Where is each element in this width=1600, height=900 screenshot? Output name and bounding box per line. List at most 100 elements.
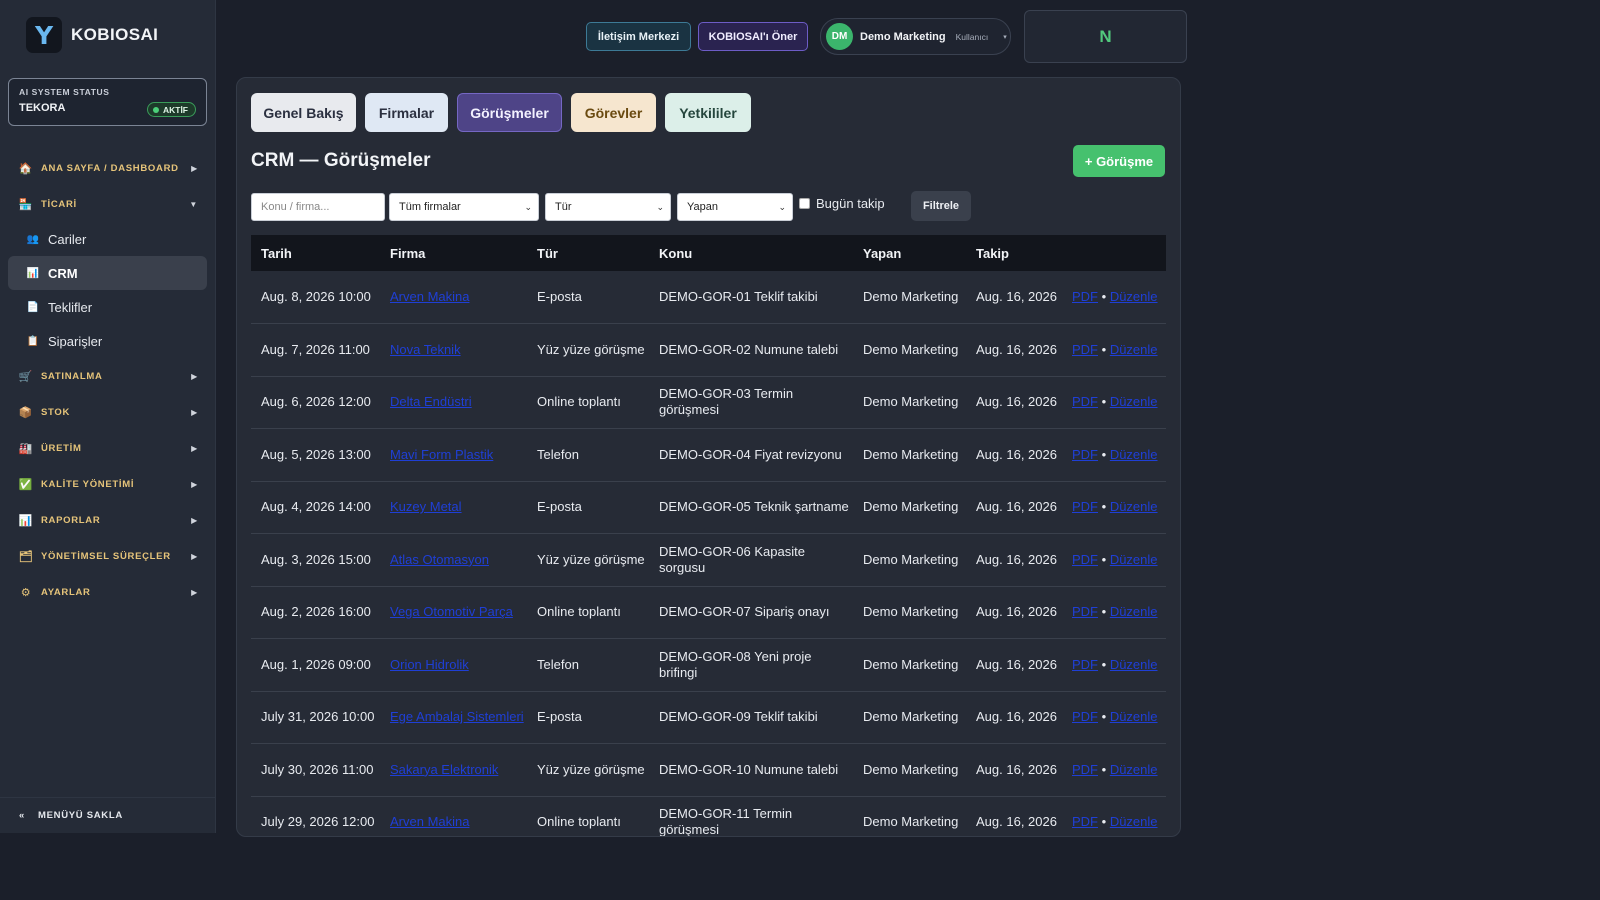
- sidebar-section-label: STOK: [41, 406, 71, 418]
- edit-link[interactable]: Düzenle: [1110, 814, 1158, 829]
- sidebar-section-ayarlar[interactable]: ⚙ AYARLAR ▶: [0, 574, 215, 610]
- tab-overview[interactable]: Genel Bakış: [251, 93, 356, 132]
- edit-link[interactable]: Düzenle: [1110, 447, 1158, 462]
- firm-link[interactable]: Atlas Otomasyon: [390, 552, 489, 567]
- col-by[interactable]: Yapan: [853, 235, 966, 271]
- sidebar-section-stok[interactable]: 📦 STOK ▶: [0, 394, 215, 430]
- firm-link[interactable]: Ege Ambalaj Sistemleri: [390, 709, 524, 724]
- add-meeting-button[interactable]: + Görüşme: [1073, 145, 1165, 177]
- col-follow[interactable]: Takip: [966, 235, 1062, 271]
- firm-link[interactable]: Nova Teknik: [390, 342, 461, 357]
- chevron-icon: ▶: [191, 371, 198, 381]
- by-select-value: Yapan: [687, 201, 718, 213]
- table-body: Aug. 8, 2026 10:00 Arven Makina E-posta DEM…: [251, 271, 1166, 836]
- pdf-link[interactable]: PDF: [1072, 552, 1098, 567]
- cell-actions: PDF • Düzenle: [1062, 691, 1166, 744]
- sidebar-section-ana-sayfa-dashboard[interactable]: 🏠 ANA SAYFA / DASHBOARD ▶: [0, 150, 215, 186]
- firm-link[interactable]: Arven Makina: [390, 289, 469, 304]
- pdf-link[interactable]: PDF: [1072, 342, 1098, 357]
- col-firm[interactable]: Firma: [380, 235, 527, 271]
- cell-date: July 30, 2026 11:00: [251, 743, 380, 797]
- pdf-link[interactable]: PDF: [1072, 762, 1098, 777]
- tab-meetings[interactable]: Görüşmeler: [457, 93, 562, 132]
- firm-link[interactable]: Sakarya Elektronik: [390, 762, 498, 777]
- firm-link[interactable]: Vega Otomotiv Parça: [390, 604, 513, 619]
- sidebar-item-crm[interactable]: 📊 CRM: [8, 256, 207, 290]
- hide-menu-button[interactable]: « MENÜYÜ SAKLA: [0, 797, 215, 833]
- by-select[interactable]: Yapan ⌄: [677, 193, 793, 221]
- edit-link[interactable]: Düzenle: [1110, 394, 1158, 409]
- edit-link[interactable]: Düzenle: [1110, 604, 1158, 619]
- firm-link[interactable]: Kuzey Metal: [390, 499, 462, 514]
- table-header: Tarih Firma Tür Konu Yapan Takip: [251, 235, 1166, 271]
- search-input[interactable]: Konu / firma...: [251, 193, 385, 221]
- cell-type: Telefon: [527, 428, 649, 482]
- col-date[interactable]: Tarih: [251, 235, 380, 271]
- cell-by: Demo Marketing: [853, 796, 966, 836]
- pdf-link[interactable]: PDF: [1072, 709, 1098, 724]
- pdf-link[interactable]: PDF: [1072, 604, 1098, 619]
- sidebar-section-ti-cari-[interactable]: 🏪 TİCARİ ▼: [0, 186, 215, 222]
- firm-link[interactable]: Orion Hidrolik: [390, 657, 469, 672]
- sidebar-item-cariler[interactable]: 👥 Cariler: [8, 222, 207, 256]
- brand[interactable]: Y KOBIOSAI: [0, 0, 215, 70]
- pdf-link[interactable]: PDF: [1072, 394, 1098, 409]
- edit-link[interactable]: Düzenle: [1110, 289, 1158, 304]
- checkbox-icon[interactable]: [799, 198, 810, 209]
- sidebar-section-raporlar[interactable]: 📊 RAPORLAR ▶: [0, 502, 215, 538]
- user-menu[interactable]: DM Demo Marketing Kullanıcı ▾: [820, 18, 1011, 55]
- sidebar-item-teklifler[interactable]: 📄 Teklifler: [8, 290, 207, 324]
- recommend-button[interactable]: KOBIOSAI'ı Öner: [698, 22, 808, 51]
- sidebar-section-label: TİCARİ: [41, 198, 77, 210]
- sidebar-section-yöneti-msel-süreçler[interactable]: 🗂 YÖNETİMSEL SÜREÇLER ▶: [0, 538, 215, 574]
- cell-type: Online toplantı: [527, 376, 649, 429]
- edit-link[interactable]: Düzenle: [1110, 657, 1158, 672]
- cell-type: Yüz yüze görüşme: [527, 533, 649, 587]
- cell-date: Aug. 1, 2026 09:00: [251, 638, 380, 692]
- today-followup-checkbox[interactable]: Bugün takip: [799, 196, 885, 211]
- table-row: Aug. 2, 2026 16:00 Vega Otomotiv Parça Onl…: [251, 586, 1166, 639]
- status-title: AI SYSTEM STATUS: [19, 87, 110, 97]
- gear-icon: ⚙: [20, 586, 32, 599]
- sidebar-section-label: RAPORLAR: [41, 514, 101, 526]
- tab-tasks[interactable]: Görevler: [571, 93, 656, 132]
- edit-link[interactable]: Düzenle: [1110, 552, 1158, 567]
- pdf-link[interactable]: PDF: [1072, 499, 1098, 514]
- pdf-link[interactable]: PDF: [1072, 657, 1098, 672]
- sidebar-section-satinalma[interactable]: 🛒 SATINALMA ▶: [0, 358, 215, 394]
- chevron-icon: ▶: [191, 551, 198, 561]
- cell-type: E-posta: [527, 691, 649, 744]
- filter-button[interactable]: Filtrele: [911, 191, 971, 221]
- pdf-link[interactable]: PDF: [1072, 447, 1098, 462]
- type-select[interactable]: Tür ⌄: [545, 193, 671, 221]
- firm-select[interactable]: Tüm firmalar ⌄: [389, 193, 539, 221]
- sidebar-item-siparişler[interactable]: 📋 Siparişler: [8, 324, 207, 358]
- col-subject[interactable]: Konu: [649, 235, 853, 271]
- separator: •: [1101, 761, 1107, 777]
- cell-follow: Aug. 16, 2026: [966, 533, 1062, 587]
- cell-firm: Atlas Otomasyon: [380, 533, 527, 587]
- tab-companies[interactable]: Firmalar: [365, 93, 448, 132]
- sidebar: Y KOBIOSAI AI SYSTEM STATUS TEKORA AKTİF…: [0, 0, 216, 833]
- sidebar-section-üreti-m[interactable]: 🏭 ÜRETİM ▶: [0, 430, 215, 466]
- pdf-link[interactable]: PDF: [1072, 289, 1098, 304]
- cell-firm: Orion Hidrolik: [380, 638, 527, 692]
- chevron-icon: ▶: [191, 479, 198, 489]
- firm-link[interactable]: Arven Makina: [390, 814, 469, 829]
- edit-link[interactable]: Düzenle: [1110, 709, 1158, 724]
- firm-link[interactable]: Mavi Form Plastik: [390, 447, 493, 462]
- firm-link[interactable]: Delta Endüstri: [390, 394, 472, 409]
- header-n-box[interactable]: N: [1024, 10, 1187, 63]
- contact-center-button[interactable]: İletişim Merkezi: [586, 22, 691, 51]
- edit-link[interactable]: Düzenle: [1110, 762, 1158, 777]
- status-badge: AKTİF: [146, 102, 196, 117]
- chevron-icon: ▶: [191, 587, 198, 597]
- sidebar-section-kali-te-yöneti-mi-[interactable]: ✅ KALİTE YÖNETİMİ ▶: [0, 466, 215, 502]
- cell-by: Demo Marketing: [853, 323, 966, 377]
- col-type[interactable]: Tür: [527, 235, 649, 271]
- pdf-link[interactable]: PDF: [1072, 814, 1098, 829]
- edit-link[interactable]: Düzenle: [1110, 499, 1158, 514]
- cell-follow: Aug. 16, 2026: [966, 638, 1062, 692]
- edit-link[interactable]: Düzenle: [1110, 342, 1158, 357]
- tab-contacts[interactable]: Yetkililer: [665, 93, 751, 132]
